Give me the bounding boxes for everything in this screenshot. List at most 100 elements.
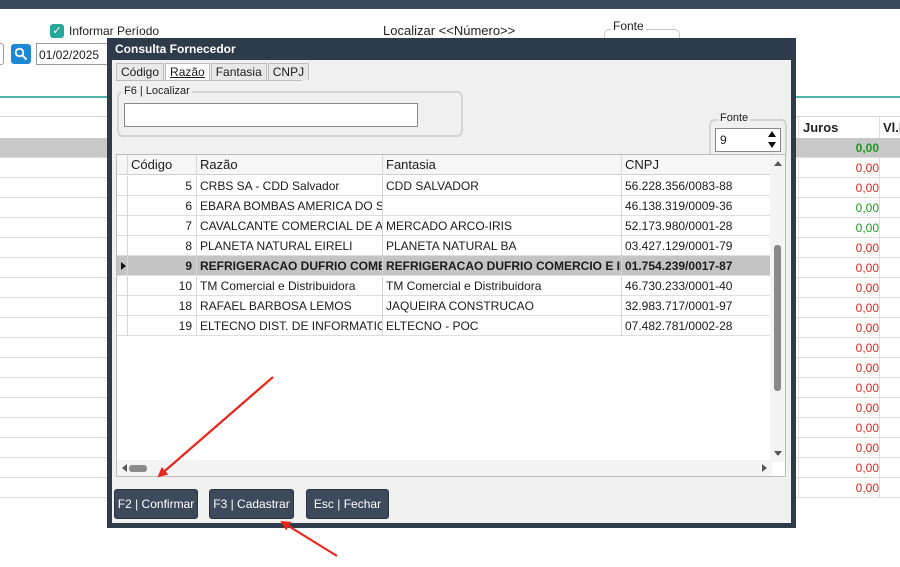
consulta-fornecedor-dialog: Consulta Fornecedor Código Razão Fantasi… xyxy=(107,38,796,528)
register-button[interactable]: F3 | Cadastrar xyxy=(209,489,294,519)
cell-codigo: 18 xyxy=(128,296,197,316)
column-header-razao[interactable]: Razão xyxy=(197,155,383,175)
column-header-codigo[interactable]: Código xyxy=(128,155,197,175)
fonte-size-stepper[interactable]: 9 xyxy=(715,128,781,152)
juros-value: 0,00 xyxy=(855,221,879,235)
confirm-button[interactable]: F2 | Confirmar xyxy=(114,489,198,519)
tab-fantasia[interactable]: Fantasia xyxy=(210,63,267,80)
fonte-group-label: Fonte xyxy=(718,112,751,124)
cell-fantasia: ELTECNO - POC xyxy=(383,316,622,336)
scroll-left-icon[interactable] xyxy=(122,464,127,472)
search-icon xyxy=(14,47,28,61)
localizar-input[interactable] xyxy=(124,103,418,127)
juros-value: 0,00 xyxy=(855,321,879,335)
dialog-body: Código Razão Fantasia CNPJ F6 | Localiza… xyxy=(112,60,791,523)
cell-fantasia xyxy=(383,196,622,216)
vertical-scrollbar[interactable] xyxy=(770,155,785,462)
table-row[interactable]: 18 RAFAEL BARBOSA LEMOS JAQUEIRA CONSTRUCA… xyxy=(117,296,772,316)
scroll-down-icon[interactable] xyxy=(774,451,782,456)
row-indicator xyxy=(117,296,128,316)
tab-codigo[interactable]: Código xyxy=(116,63,165,80)
current-row-icon xyxy=(121,262,126,270)
juros-value: 0,00 xyxy=(855,281,879,295)
juros-value: 0,00 xyxy=(855,481,879,495)
cell-cnpj: 56.228.356/0083-88 xyxy=(625,179,733,193)
cell-cnpj: 03.427.129/0001-79 xyxy=(625,239,733,253)
cell-fantasia: MERCADO ARCO-IRIS xyxy=(383,216,622,236)
column-header-fantasia[interactable]: Fantasia xyxy=(383,155,622,175)
localizar-group-label: F6 | Localizar xyxy=(122,85,192,97)
dialog-title: Consulta Fornecedor xyxy=(115,42,236,56)
column-header-vl: Vl.I xyxy=(883,120,900,135)
localizar-numero-label: Localizar <<Número>> xyxy=(383,23,516,38)
spin-down-icon[interactable] xyxy=(768,142,776,148)
column-header-juros: Juros xyxy=(803,120,839,135)
juros-value: 0,00 xyxy=(855,181,879,195)
juros-value: 0,00 xyxy=(855,441,879,455)
background-fonte-label: Fonte xyxy=(611,19,646,33)
row-indicator xyxy=(117,276,128,296)
vertical-scroll-thumb[interactable] xyxy=(774,245,781,391)
cell-cnpj: 01.754.239/0017-87 xyxy=(625,259,733,273)
table-row[interactable]: 19ELTECNO DIST. DE INFORMATICA EELTECNO … xyxy=(117,316,772,336)
table-row[interactable]: 7 CAVALCANTE COMERCIAL DE ALI MERCADO ARCO… xyxy=(117,216,772,236)
informar-periodo-label: Informar Período xyxy=(69,24,160,38)
row-indicator xyxy=(117,196,128,216)
date-field[interactable]: 01/02/2025 xyxy=(36,43,108,65)
cell-cnpj: 07.482.781/0002-28 xyxy=(625,319,733,333)
cell-razao: CAVALCANTE COMERCIAL DE ALI xyxy=(197,216,383,236)
cell-cnpj: 32.983.717/0001-97 xyxy=(625,299,733,313)
juros-value: 0,00 xyxy=(855,161,879,175)
search-tabs: Código Razão Fantasia CNPJ xyxy=(116,63,310,81)
column-separator xyxy=(798,117,799,497)
column-header-cnpj[interactable]: CNPJ xyxy=(622,155,772,175)
column-separator xyxy=(879,117,880,497)
table-row[interactable]: 9REFRIGERACAO DUFRIO COMERCREFRIGERACAO … xyxy=(117,256,772,276)
tab-razao[interactable]: Razão xyxy=(165,63,210,81)
juros-value: 0,00 xyxy=(855,461,879,475)
horizontal-scroll-thumb[interactable] xyxy=(129,465,147,472)
tab-cnpj[interactable]: CNPJ xyxy=(267,63,310,80)
table-row[interactable]: 6 EBARA BOMBAS AMERICA DO SUL 46.138.319/0… xyxy=(117,196,772,216)
background-partial-field[interactable] xyxy=(0,43,4,65)
cell-razao: REFRIGERACAO DUFRIO COMERC xyxy=(197,256,383,276)
informar-periodo-checkbox[interactable]: ✓ xyxy=(50,24,64,38)
cell-razao: PLANETA NATURAL EIRELI xyxy=(197,236,383,256)
juros-value: 0,00 xyxy=(855,381,879,395)
cell-codigo: 19 xyxy=(128,316,197,336)
table-row[interactable]: 5 CRBS SA - CDD Salvador CDD SALVADOR 56.22… xyxy=(117,176,772,196)
table-row[interactable]: 10 TM Comercial e Distribuidora TM Comerci… xyxy=(117,276,772,296)
cell-codigo: 6 xyxy=(128,196,197,216)
background-search-button[interactable] xyxy=(11,44,31,64)
cell-codigo: 8 xyxy=(128,236,197,256)
tab-underline xyxy=(116,80,302,81)
cell-codigo: 9 xyxy=(128,256,197,276)
juros-value: 0,00 xyxy=(855,341,879,355)
row-indicator xyxy=(117,176,128,196)
cell-fantasia: REFRIGERACAO DUFRIO COMERCIO E IMPO xyxy=(383,256,622,276)
juros-value: 0,00 xyxy=(855,261,879,275)
cell-codigo: 10 xyxy=(128,276,197,296)
juros-value: 0,00 xyxy=(855,241,879,255)
cell-codigo: 7 xyxy=(128,216,197,236)
fornecedor-grid: Código Razão Fantasia CNPJ 5 CRBS SA - CD… xyxy=(116,154,786,477)
scroll-up-icon[interactable] xyxy=(774,161,782,166)
fonte-size-value: 9 xyxy=(720,133,727,147)
juros-value: 0,00 xyxy=(855,421,879,435)
cell-fantasia: TM Comercial e Distribuidora xyxy=(383,276,622,296)
row-indicator xyxy=(117,216,128,236)
cell-razao: CRBS SA - CDD Salvador xyxy=(197,176,383,196)
juros-value: 0,00 xyxy=(855,301,879,315)
cell-fantasia: PLANETA NATURAL BA xyxy=(383,236,622,256)
cell-razao: ELTECNO DIST. DE INFORMATICA E xyxy=(197,316,383,336)
horizontal-scrollbar[interactable] xyxy=(117,460,772,476)
cell-cnpj: 46.138.319/0009-36 xyxy=(625,199,733,213)
grid-header: Código Razão Fantasia CNPJ xyxy=(117,155,772,175)
spin-up-icon[interactable] xyxy=(768,131,776,137)
scroll-right-icon[interactable] xyxy=(762,464,767,472)
close-button[interactable]: Esc | Fechar xyxy=(306,489,389,519)
juros-value: 0,00 xyxy=(855,401,879,415)
table-row[interactable]: 8 PLANETA NATURAL EIRELI PLANETA NATURAL B… xyxy=(117,236,772,256)
row-indicator xyxy=(117,236,128,256)
cell-cnpj: 52.173.980/0001-28 xyxy=(625,219,733,233)
